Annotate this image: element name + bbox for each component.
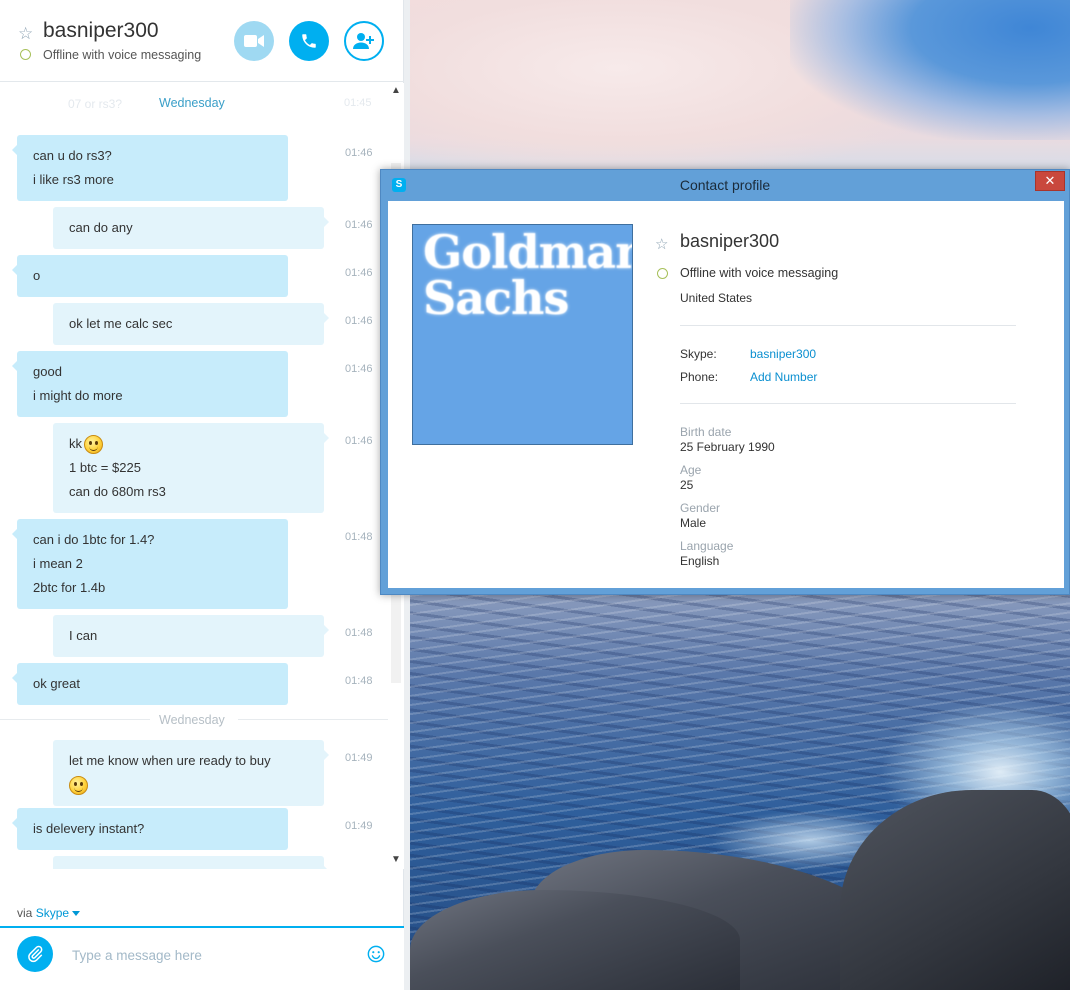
message-text: i like rs3 more <box>33 172 114 187</box>
compose-bar <box>0 926 404 990</box>
language-label: Language <box>680 539 734 553</box>
attach-button[interactable] <box>17 936 53 972</box>
star-outline-icon[interactable]: ☆ <box>18 24 33 44</box>
skype-label: Skype: <box>680 347 717 361</box>
outgoing-message-bubble[interactable] <box>53 856 329 869</box>
avatar: Goldman Sachs <box>412 224 633 445</box>
contact-profile-window[interactable]: S Contact profile ✕ Goldman Sachs ☆ basn… <box>380 169 1070 595</box>
message-text: can do 680m rs3 <box>69 484 166 499</box>
phone-label: Phone: <box>680 370 719 384</box>
contact-name[interactable]: basniper300 <box>43 19 159 43</box>
message-timestamp: 01:46 <box>345 315 373 327</box>
window-titlebar[interactable]: S Contact profile ✕ <box>381 170 1069 200</box>
message-timestamp: 01:48 <box>345 531 373 543</box>
incoming-message-bubble[interactable]: can i do 1btc for 1.4? i mean 2 2btc for 1… <box>12 519 288 609</box>
message-text: good <box>33 364 62 379</box>
contact-status: Offline with voice messaging <box>43 48 202 62</box>
message-timestamp: 01:48 <box>345 675 373 687</box>
message-text: ok let me calc sec <box>69 316 173 331</box>
window-title: Contact profile <box>679 177 771 193</box>
day-divider-label: Wednesday <box>159 96 225 110</box>
outgoing-message-bubble[interactable]: I can <box>53 615 329 657</box>
smiley-icon[interactable] <box>367 945 385 963</box>
faded-message-time: 01:45 <box>344 97 372 109</box>
message-timestamp: 01:46 <box>345 435 373 447</box>
star-outline-icon[interactable]: ☆ <box>655 235 668 253</box>
message-input[interactable] <box>72 942 352 968</box>
skype-id-link[interactable]: basniper300 <box>750 347 816 361</box>
message-timestamp: 01:49 <box>345 820 373 832</box>
message-text: can i do 1btc for 1.4? <box>33 532 155 547</box>
outgoing-message-bubble[interactable]: ok let me calc sec <box>53 303 329 345</box>
day-divider-label: Wednesday <box>159 713 225 727</box>
scroll-down-arrow[interactable]: ▼ <box>391 854 401 865</box>
add-contact-button[interactable] <box>344 21 384 61</box>
message-text: i mean 2 <box>33 556 83 571</box>
message-text: is delevery instant? <box>33 821 145 836</box>
message-text: i might do more <box>33 388 123 403</box>
message-timestamp: 01:46 <box>345 267 373 279</box>
avatar-logo-text: Goldman Sachs <box>423 229 632 321</box>
chat-header: ☆ basniper300 Offline with voice messagi… <box>0 0 404 82</box>
message-timestamp: 01:46 <box>345 147 373 159</box>
age-value: 25 <box>680 478 694 492</box>
message-timestamp: 01:49 <box>345 752 373 764</box>
message-timestamp: 01:46 <box>345 219 373 231</box>
message-text: I can <box>69 628 98 643</box>
video-call-button[interactable] <box>234 21 274 61</box>
message-text: o <box>33 268 41 283</box>
profile-location: United States <box>680 291 753 305</box>
outgoing-message-bubble[interactable]: let me know when ure ready to buy <box>53 740 329 806</box>
message-text: ok great <box>33 676 80 691</box>
phone-icon <box>302 34 316 48</box>
outgoing-message-bubble[interactable]: can do any <box>53 207 329 249</box>
status-offline-icon <box>20 49 31 60</box>
profile-name: basniper300 <box>680 231 780 251</box>
message-emoticon-line <box>69 773 308 797</box>
incoming-message-bubble[interactable]: good i might do more <box>12 351 288 417</box>
wallpaper-sky <box>790 0 1070 140</box>
message-list[interactable]: 07 or rs3? 01:45 Wednesday Wednesday can… <box>0 83 388 869</box>
incoming-message-bubble[interactable]: can u do rs3? i like rs3 more <box>12 135 288 201</box>
divider <box>680 403 1016 404</box>
message-timestamp: 01:48 <box>345 627 373 639</box>
incoming-message-bubble[interactable]: is delevery instant? <box>12 808 288 850</box>
scroll-up-arrow[interactable]: ▲ <box>391 85 401 96</box>
message-timestamp: 01:46 <box>345 363 373 375</box>
status-offline-icon <box>657 268 668 279</box>
gender-value: Male <box>680 516 707 530</box>
message-text: let me know when ure ready to buy <box>69 753 271 768</box>
profile-body: Goldman Sachs ☆ basniper300 Offline with… <box>388 201 1064 588</box>
message-text: can u do rs3? <box>33 148 112 163</box>
video-camera-icon <box>244 35 264 47</box>
via-skype-link[interactable]: Skype <box>36 906 69 920</box>
avatar-logo-line: Sachs <box>423 271 569 325</box>
paperclip-icon <box>28 945 43 963</box>
add-number-link[interactable]: Add Number <box>750 370 817 384</box>
incoming-message-bubble[interactable]: o <box>12 255 288 297</box>
chat-pane: ☆ basniper300 Offline with voice messagi… <box>0 0 404 990</box>
smiley-emoticon-icon <box>84 435 103 455</box>
language-value: English <box>680 554 720 568</box>
message-text: can do any <box>69 220 133 235</box>
birth-date-label: Birth date <box>680 425 732 439</box>
faded-message-text: 07 or rs3? <box>68 97 123 111</box>
voice-call-button[interactable] <box>289 21 329 61</box>
age-label: Age <box>680 463 702 477</box>
gender-label: Gender <box>680 501 721 515</box>
outgoing-message-bubble[interactable]: kk 1 btc = $225 can do 680m rs3 <box>53 423 329 513</box>
add-person-icon <box>353 33 374 49</box>
birth-date-value: 25 February 1990 <box>680 440 775 454</box>
chevron-down-icon[interactable] <box>72 911 81 917</box>
message-text: kk <box>69 432 308 456</box>
via-prefix: via <box>17 906 33 920</box>
smiley-emoticon-icon <box>69 776 88 796</box>
profile-status: Offline with voice messaging <box>680 266 839 280</box>
message-text: 1 btc = $225 <box>69 460 141 475</box>
divider <box>680 325 1016 326</box>
close-button[interactable]: ✕ <box>1035 171 1065 191</box>
via-selector[interactable]: via Skype <box>17 906 81 920</box>
incoming-message-bubble[interactable]: ok great <box>12 663 288 705</box>
message-text: 2btc for 1.4b <box>33 580 106 595</box>
